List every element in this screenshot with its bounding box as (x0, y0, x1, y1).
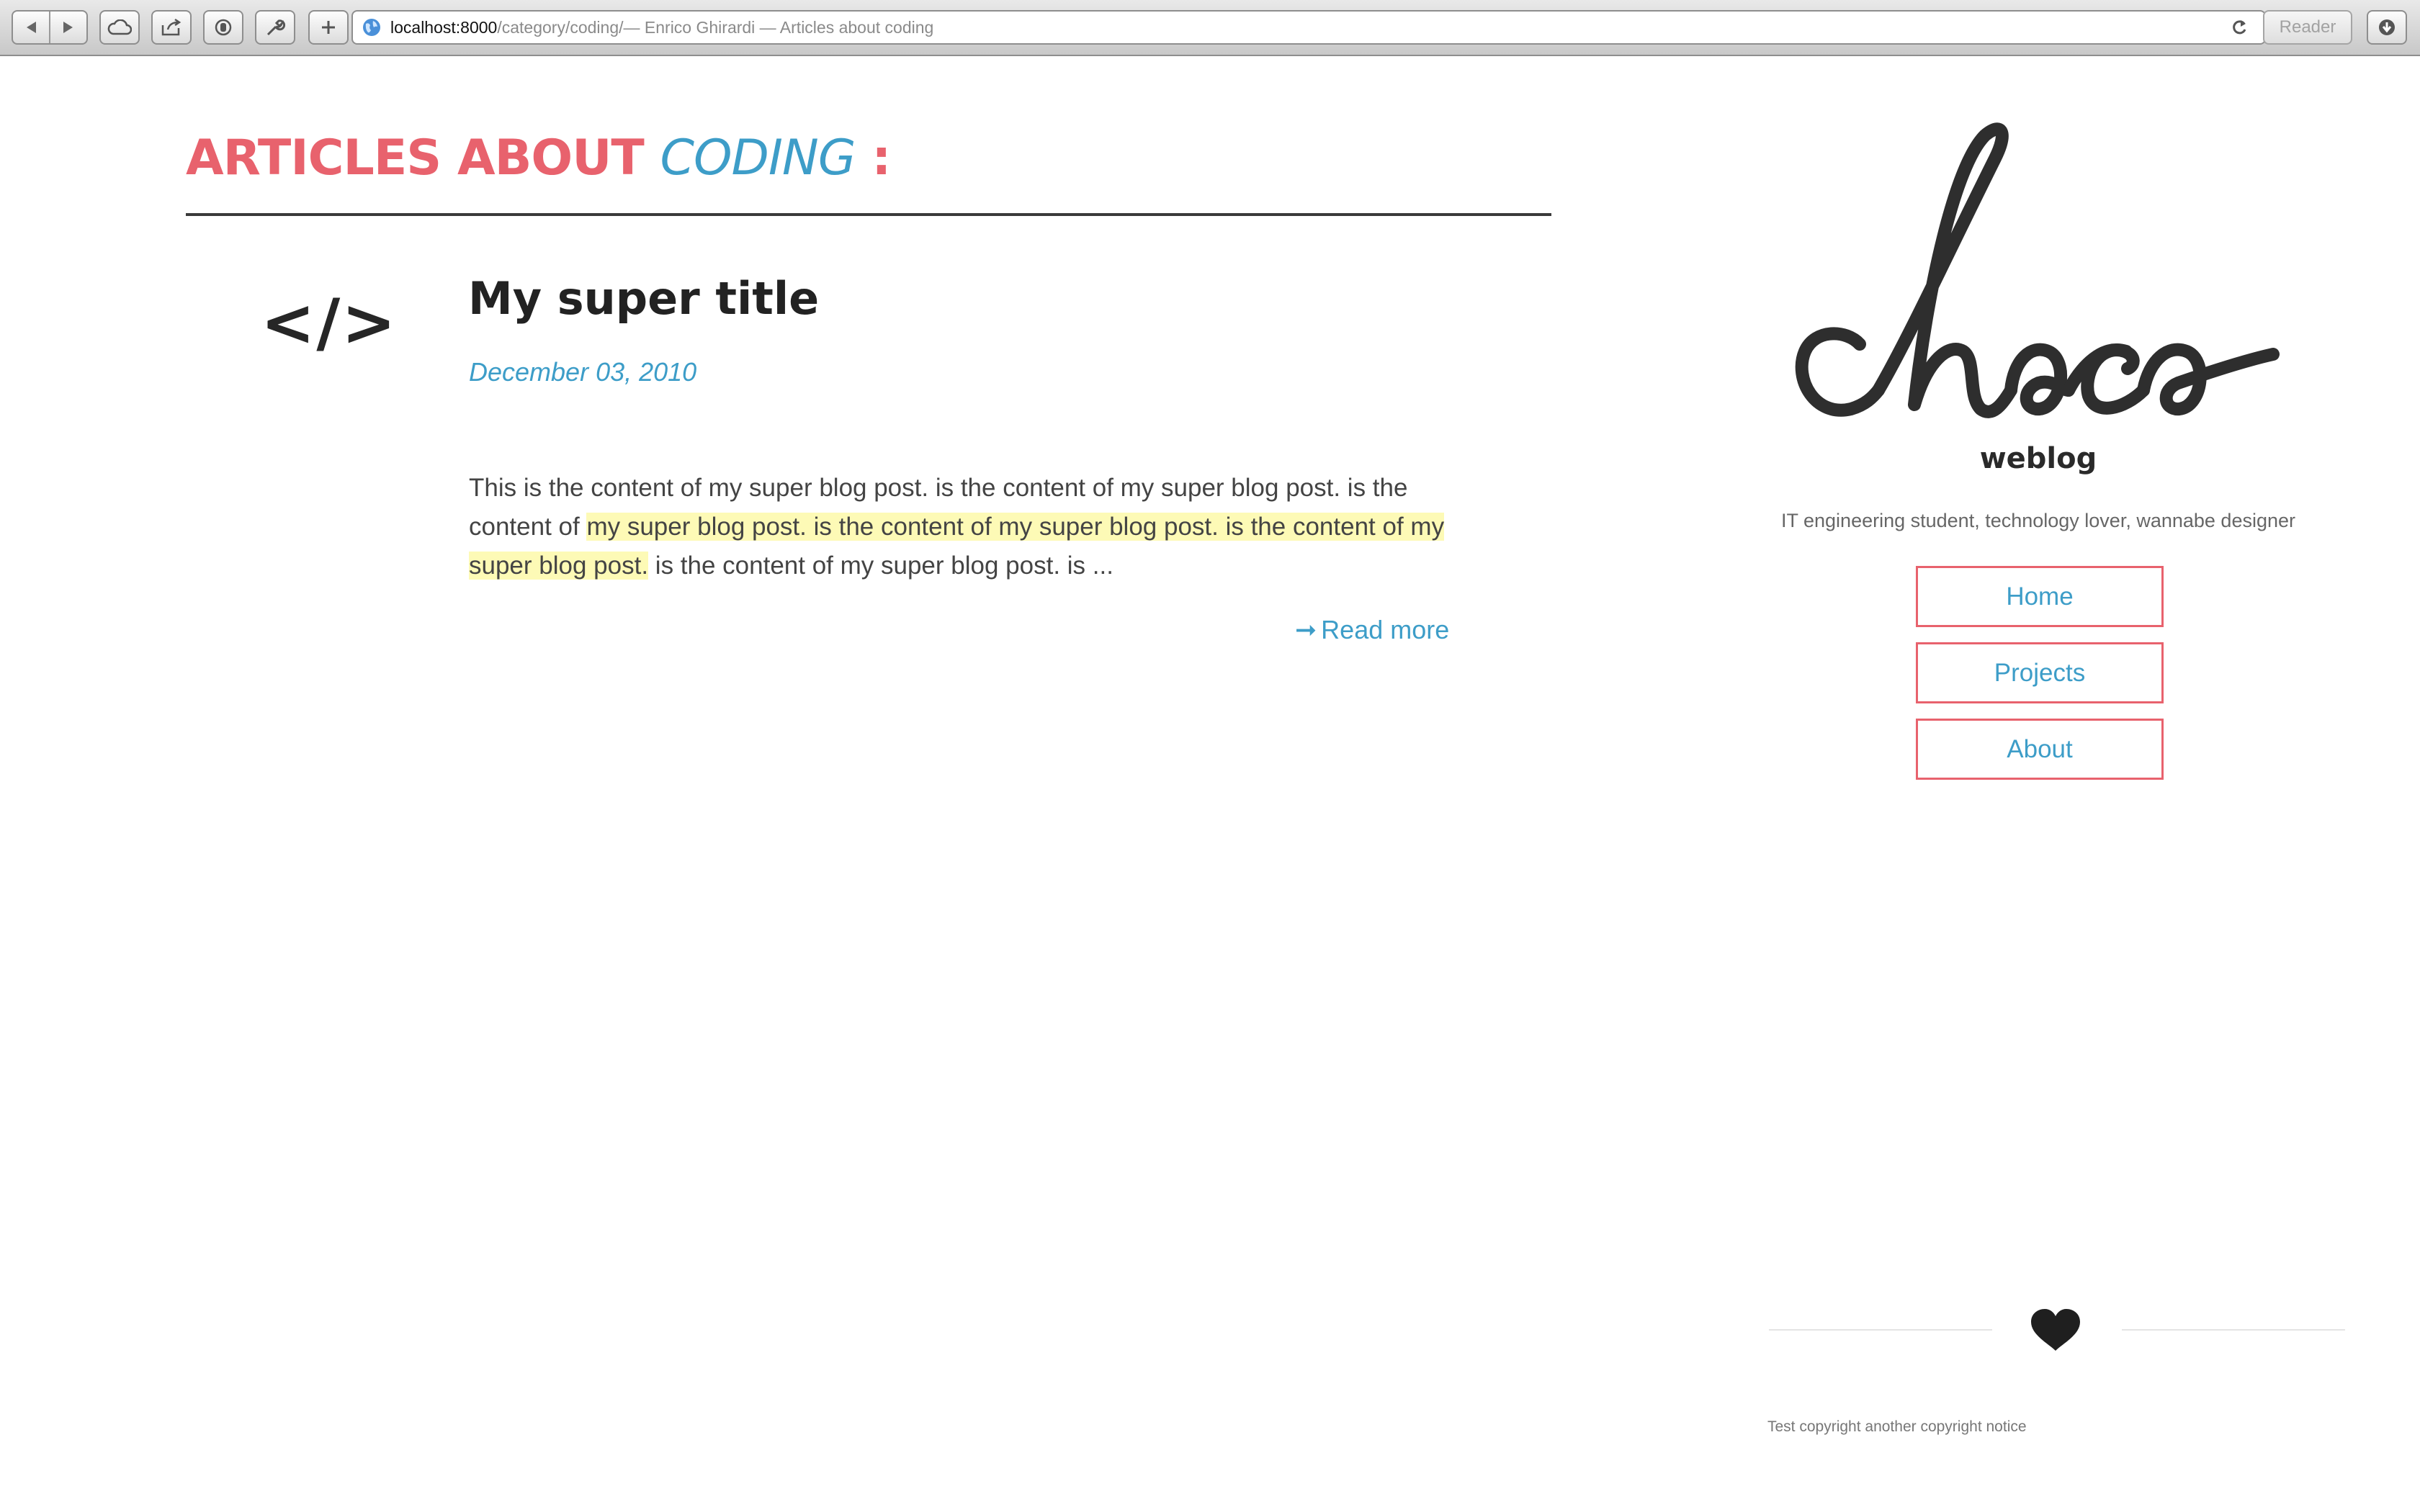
wrench-icon (266, 19, 285, 36)
page-title-prefix: ARTICLES ABOUT (186, 130, 645, 186)
read-more-link[interactable]: ➞ Read more (1295, 615, 1449, 645)
post-excerpt: This is the content of my super blog pos… (469, 469, 1477, 585)
post-excerpt-text-end: is the content of my super blog post. is… (648, 552, 1113, 580)
nav-projects-button[interactable]: Projects (1916, 642, 2164, 703)
reader-button[interactable]: Reader (2263, 10, 2352, 45)
url-page-title: — Enrico Ghirardi — Articles about codin… (623, 17, 934, 37)
heading-divider (186, 213, 1551, 216)
copyright-notice: Test copyright another copyright notice (1767, 1418, 2027, 1435)
url-host: localhost:8000 (390, 17, 498, 37)
back-forward-group (12, 10, 88, 45)
footer-divider-right (2122, 1329, 2345, 1331)
choco-script-logo (1795, 122, 2280, 418)
page-title-colon: : (871, 130, 891, 186)
share-button[interactable] (151, 10, 192, 45)
page-title: ARTICLES ABOUT CODING : (186, 127, 891, 190)
download-icon (2379, 19, 2395, 35)
share-icon (161, 18, 182, 36)
nav-about-button[interactable]: About (1916, 719, 2164, 780)
reload-icon[interactable] (2230, 18, 2249, 37)
privacy-button[interactable] (203, 10, 243, 45)
nav-home-button[interactable]: Home (1916, 566, 2164, 627)
post-date: December 03, 2010 (469, 357, 697, 387)
read-more-label: Read more (1321, 615, 1450, 644)
back-arrow-icon (27, 22, 36, 33)
heart-icon (2031, 1309, 2080, 1351)
url-path: /category/coding/ (497, 17, 624, 37)
address-bar[interactable]: localhost:8000/category/coding/ — Enrico… (351, 10, 2266, 45)
site-tagline: IT engineering student, technology lover… (1781, 510, 2295, 531)
post-title[interactable]: My super title (468, 272, 819, 325)
plus-icon (322, 21, 335, 34)
arrow-right-icon: ➞ (1295, 615, 1317, 644)
footer-divider-left (1769, 1329, 1992, 1331)
site-logo[interactable] (1786, 122, 2290, 439)
shield-icon (215, 19, 232, 36)
back-button[interactable] (13, 12, 49, 43)
icloud-tabs-button[interactable] (99, 10, 140, 45)
code-icon: </> (261, 285, 398, 361)
site-subtitle: weblog (1979, 442, 2097, 475)
browser-toolbar: localhost:8000/category/coding/ — Enrico… (0, 0, 2420, 56)
cloud-icon (107, 19, 132, 35)
forward-button[interactable] (49, 12, 86, 43)
globe-icon (363, 19, 380, 36)
forward-arrow-icon (63, 22, 73, 33)
extensions-button[interactable] (255, 10, 295, 45)
downloads-button[interactable] (2367, 10, 2407, 45)
page-title-category: CODING (660, 130, 856, 186)
new-tab-button[interactable] (308, 10, 349, 45)
